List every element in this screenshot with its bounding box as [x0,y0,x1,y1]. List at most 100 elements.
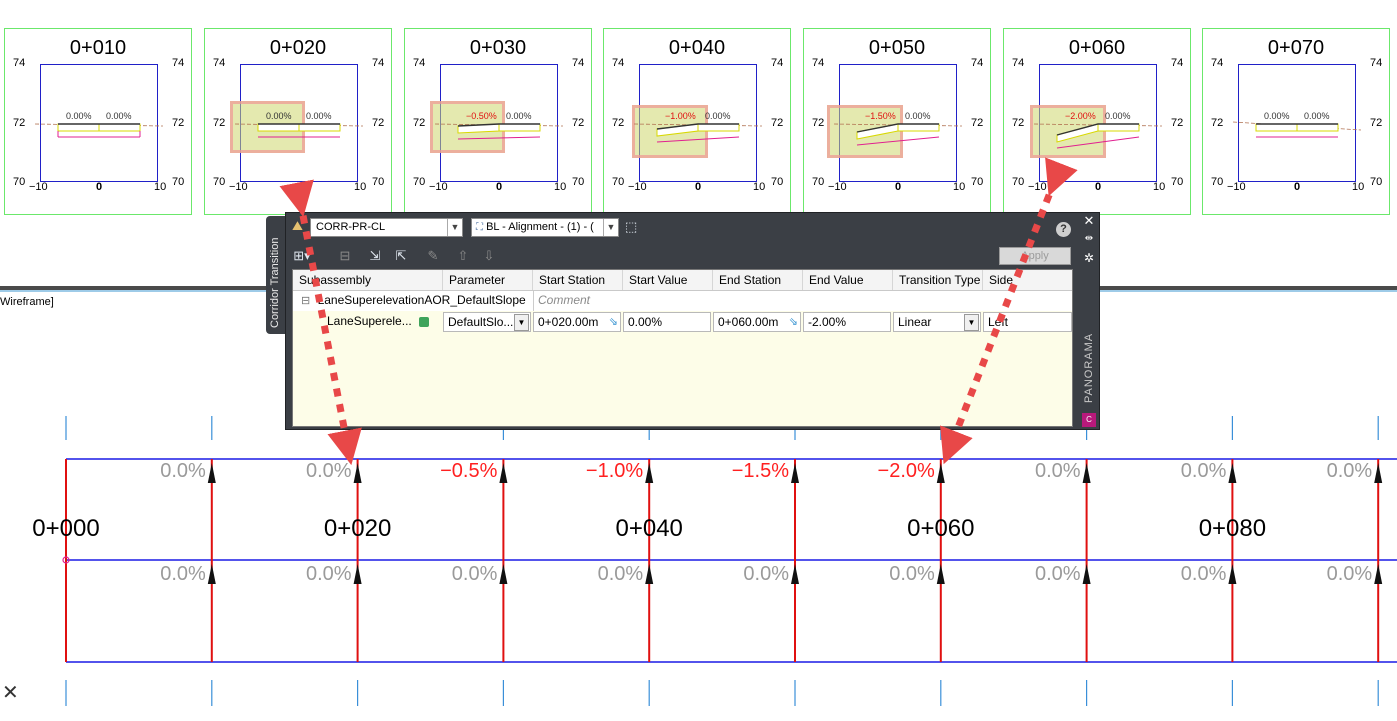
help-icon[interactable]: ? [1056,222,1071,237]
column-header[interactable]: Side [983,270,1072,290]
chevron-down-icon[interactable]: ▼ [964,314,979,331]
section-station-title: 0+040 [668,37,726,59]
axis-label: 74 [372,57,385,69]
import-icon[interactable]: ⇲ [364,246,386,266]
group-row[interactable]: ⊟ LaneSuperelevationAOR_DefaultSlope Com… [293,291,1072,311]
axis-label: −10 [1227,181,1246,193]
start-value-cell[interactable]: 0.00% [623,312,711,332]
transition-row[interactable]: LaneSuperele... DefaultSlo... ▼ 0+020.00… [293,312,1072,332]
section-station-title: 0+030 [469,37,527,59]
chevron-down-icon[interactable]: ▼ [514,314,529,331]
section-drawing: −0.50% 0.00% [434,111,564,140]
column-header[interactable]: End Value [803,270,893,290]
pick-station-icon[interactable]: ⇘ [789,313,798,331]
auto-hide-icon[interactable]: ⇹ [1082,233,1096,244]
section-drawing: −1.00% 0.00% [633,111,763,143]
bottom-slope-label: 0.0% [1181,563,1227,585]
axis-label: 72 [572,117,585,129]
direction-arrow-icon [353,463,362,483]
chevron-down-icon[interactable]: ▼ [447,219,462,236]
section-frame-0+030[interactable]: 0+030 74 72 70 74 72 70 −10 0 10 −0.50% … [404,28,592,215]
top-slope-label: −0.5% [440,460,497,482]
comment-cell[interactable]: Comment [533,291,1072,311]
station-label: 0+000 [32,515,99,542]
close-icon[interactable]: ✕ [1082,213,1096,229]
direction-arrow-icon [936,463,945,483]
chevron-down-icon[interactable]: ▼ [603,219,618,236]
column-header[interactable]: Transition Type [893,270,983,290]
baseline-combo[interactable]: ⛶ BL - Alignment - (1) - ( ▼ [471,218,619,237]
transition-type-cell[interactable]: Linear [898,315,931,329]
left-slope-label: 0.00% [1264,111,1290,121]
axis-label: 74 [172,57,185,69]
move-down-icon[interactable]: ⇩ [478,246,500,266]
column-header[interactable]: Start Station [533,270,623,290]
axis-label: 72 [372,117,385,129]
column-header[interactable]: Parameter [443,270,533,290]
section-frame-0+010[interactable]: 0+010 74 72 70 74 72 70 −10 0 10 0.00% 0… [4,28,192,215]
subassembly-cell[interactable]: LaneSuperele... [327,314,412,328]
group-name: LaneSuperelevationAOR_DefaultSlope [317,293,526,307]
column-header[interactable]: Subassembly [293,270,443,290]
axis-label: 72 [1211,117,1224,129]
axis-label: 70 [812,176,825,188]
axis-label: 70 [413,176,426,188]
axis-label: 70 [1012,176,1025,188]
direction-arrow-icon [936,564,945,584]
apply-button[interactable]: Apply [999,247,1071,265]
top-slope-label: −1.5% [732,460,789,482]
axis-label: 72 [1171,117,1184,129]
top-slope-label: 0.0% [160,460,206,482]
properties-icon[interactable]: ✲ [1082,251,1096,265]
axis-label: 72 [1370,117,1383,129]
add-transition-icon[interactable]: ⊞▾ [291,246,313,266]
axis-label: 0 [96,181,103,193]
edit-icon[interactable]: ✎ [422,246,444,266]
axis-label: 72 [971,117,984,129]
viewport-style-label[interactable]: Wireframe] [0,296,54,308]
corridor-combo[interactable]: CORR-PR-CL ▼ [310,218,463,237]
pick-station-icon[interactable]: ⇘ [609,313,618,331]
axis-label: −10 [29,181,48,193]
panorama-window[interactable]: ⛰ CORR-PR-CL ▼ ⛶ BL - Alignment - (1) - … [285,212,1100,430]
civil3d-logo-icon: C [1082,413,1096,427]
column-header[interactable]: Start Value [623,270,713,290]
axis-label: −10 [229,181,248,193]
collapse-icon[interactable]: ⊟ [301,295,310,307]
axis-label: 10 [953,181,966,193]
corridor-icon: ⛰ [292,218,303,233]
pick-baseline-icon[interactable]: ⬚ [625,219,641,235]
start-station-cell[interactable]: 0+020.00m [538,315,598,329]
delete-transition-icon[interactable]: ⊟ [334,246,356,266]
station-labels: 0+000 0+020 0+040 0+060 0+080 [32,515,1266,542]
right-slope-label: 0.00% [1304,111,1330,121]
section-frame-0+050[interactable]: 0+050 74 72 70 74 72 70 −10 0 10 −1.50% … [803,28,991,215]
side-cell[interactable]: Left [983,312,1072,332]
axis-label: 72 [1012,117,1025,129]
right-slope-label: 0.00% [705,111,731,121]
export-icon[interactable]: ⇱ [390,246,412,266]
left-slope-label: 0.00% [266,111,292,121]
axis-label: 74 [1211,57,1224,69]
axis-label: −10 [429,181,448,193]
axis-label: 72 [13,117,26,129]
end-station-cell[interactable]: 0+060.00m [718,315,778,329]
section-frame-0+040[interactable]: 0+040 74 72 70 74 72 70 −10 0 10 −1.00% … [603,28,791,215]
move-up-icon[interactable]: ⇧ [452,246,474,266]
transition-grid[interactable]: Subassembly Parameter Start Station Star… [292,269,1073,427]
axis-label: 10 [354,181,367,193]
end-value-cell[interactable]: -2.00% [803,312,891,332]
axis-label: 70 [971,176,984,188]
axis-label: 74 [612,57,625,69]
section-frame-0+060[interactable]: 0+060 74 72 70 74 72 70 −10 0 10 −2.00% … [1003,28,1191,215]
section-frame-0+070[interactable]: 0+070 74 72 70 74 72 70 −10 0 10 0.00% 0… [1202,28,1390,215]
plan-view: 0.0% 0.0% −0.5% −1.0% −1.5% −2.0% 0.0% 0.0% 0.0%… [32,416,1397,706]
panorama-title: PANORAMA [1083,332,1095,403]
bottom-slope-label: 0.0% [452,563,498,585]
direction-arrow-icon [353,564,362,584]
bottom-slope-label: 0.0% [306,563,352,585]
right-slope-label: 0.00% [1105,111,1131,121]
section-frame-0+020[interactable]: 0+020 74 72 70 74 72 70 −10 0 10 0.00% 0… [204,28,392,215]
parameter-cell[interactable]: DefaultSlo... [448,315,513,329]
column-header[interactable]: End Station [713,270,803,290]
